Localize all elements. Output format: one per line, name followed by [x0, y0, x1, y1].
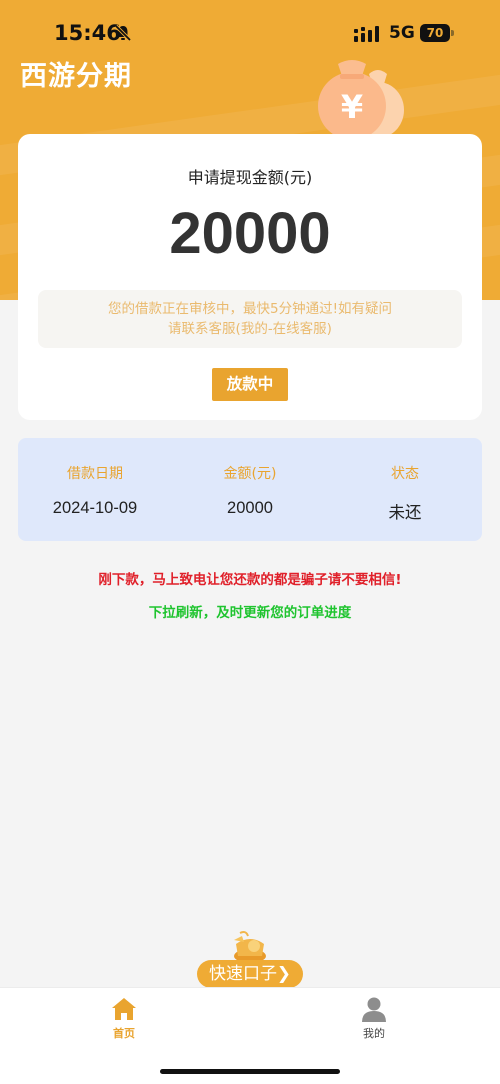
tab-mine[interactable]: 我的	[334, 996, 414, 1052]
bottom-tab-bar: 首页 我的	[0, 987, 500, 1084]
quick-loan-entry[interactable]: 快速口子 ❯	[197, 930, 303, 988]
battery-level: 70	[420, 24, 450, 42]
withdraw-amount: 20000	[169, 201, 331, 266]
signal-icon	[354, 26, 379, 42]
svg-text:¥: ¥	[341, 88, 363, 126]
loan-amount-value: 20000	[227, 499, 273, 517]
chevron-right-icon: ❯	[276, 964, 291, 984]
fraud-warning: 刚下款，马上致电让您还款的都是骗子请不要相信!	[98, 572, 402, 588]
treasure-icon	[234, 931, 266, 963]
tab-home-label: 首页	[113, 1027, 135, 1040]
quick-loan-label: 快速口子	[209, 964, 277, 984]
battery-tip	[451, 30, 454, 36]
column-header: 状态	[391, 466, 419, 482]
network-type: 5G	[389, 23, 415, 43]
home-icon	[112, 998, 136, 1020]
status-time: 15:46	[54, 21, 121, 45]
review-notice: 您的借款正在审核中，最快5分钟通过!如有疑问 请联系客服(我的-在线客服)	[38, 290, 462, 348]
withdraw-amount-label: 申请提现金额(元)	[187, 168, 313, 187]
refresh-tip: 下拉刷新，及时更新您的订单进度	[148, 605, 352, 621]
loan-record-table: 借款日期 2024-10-09 金额(元) 20000 状态 未还	[18, 438, 482, 541]
quick-loan-button[interactable]: 快速口子 ❯	[197, 960, 303, 988]
status-bar: 15:46 5G 70	[0, 0, 500, 60]
silent-bell-icon	[114, 24, 132, 42]
money-bag-icon: ¥	[318, 60, 404, 140]
person-icon	[362, 997, 386, 1022]
column-header: 借款日期	[67, 466, 123, 482]
app-title: 西游分期	[20, 61, 132, 92]
loan-date-value: 2024-10-09	[52, 499, 138, 517]
tab-mine-label: 我的	[363, 1027, 385, 1040]
review-notice-line: 请联系客服(我的-在线客服)	[168, 321, 332, 337]
loan-status-value: 未还	[388, 504, 422, 522]
review-notice-line: 您的借款正在审核中，最快5分钟通过!如有疑问	[107, 301, 392, 317]
disbursing-status-button[interactable]: 放款中	[212, 368, 288, 401]
battery-icon: 70	[420, 24, 454, 42]
home-indicator	[160, 1069, 340, 1074]
column-header: 金额(元)	[223, 466, 277, 482]
withdraw-card: 申请提现金额(元) 20000 您的借款正在审核中，最快5分钟通过!如有疑问 请…	[18, 134, 482, 420]
tab-home[interactable]: 首页	[84, 996, 164, 1052]
